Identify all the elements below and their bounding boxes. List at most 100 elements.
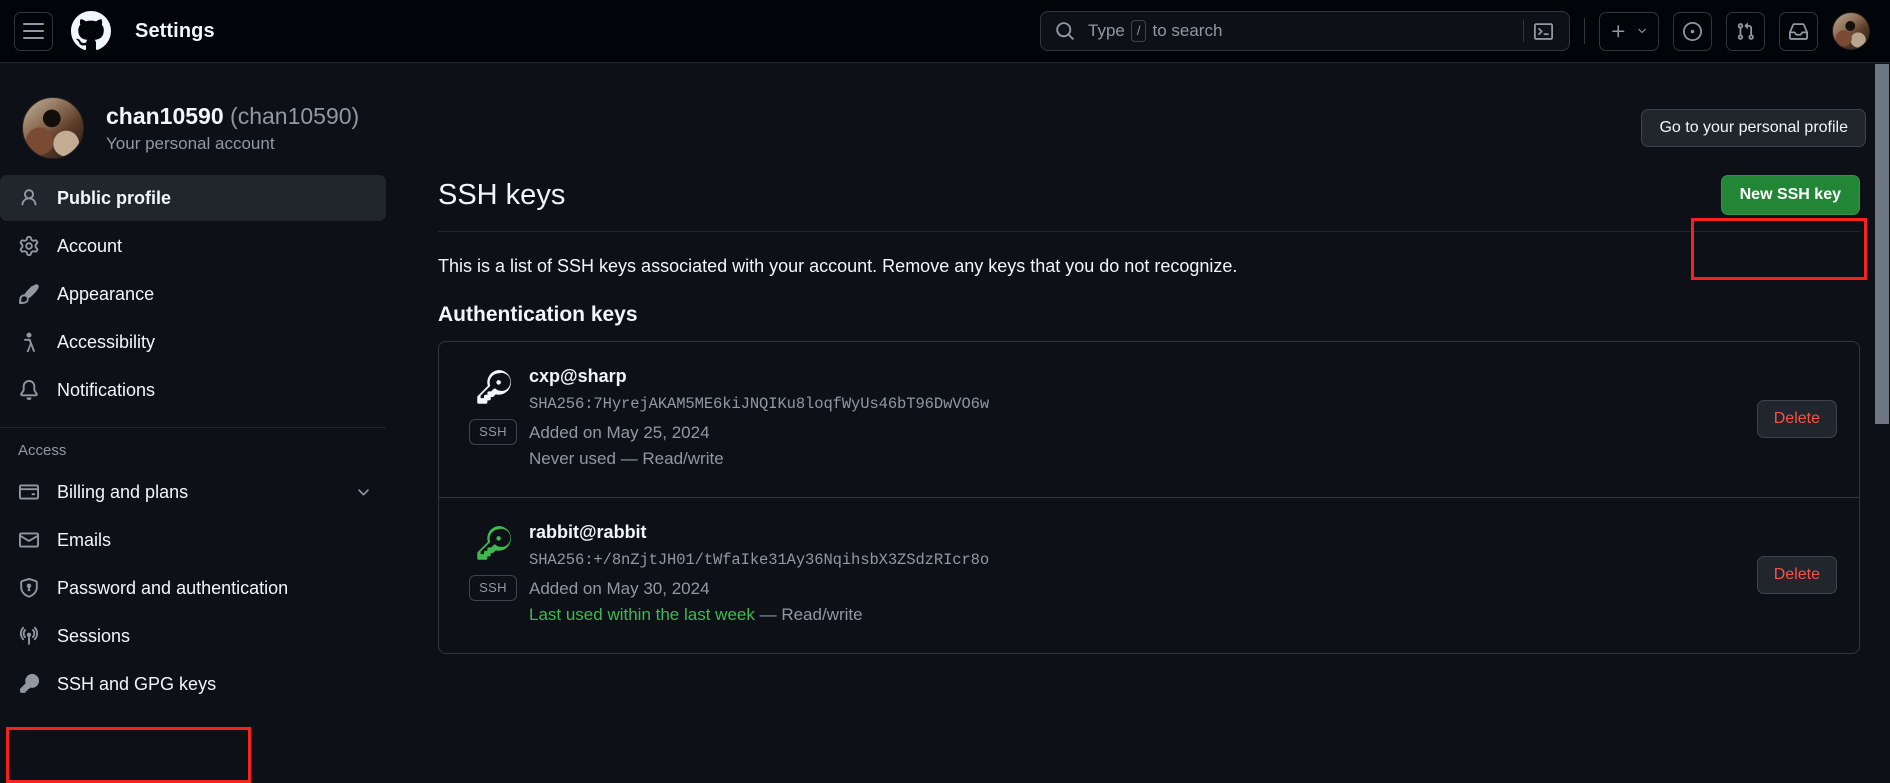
- scrollbar-thumb[interactable]: [1875, 64, 1889, 424]
- inbox-icon: [1789, 22, 1808, 40]
- key-icon: [18, 674, 40, 694]
- hamburger-bar: [23, 23, 44, 25]
- sidebar-item-sessions[interactable]: Sessions: [0, 613, 386, 659]
- terminal-icon[interactable]: [1524, 22, 1561, 41]
- sidebar-item-emails[interactable]: Emails: [0, 517, 386, 563]
- github-logo-icon[interactable]: [71, 11, 111, 51]
- key-usage: Never used — Read/write: [529, 446, 1757, 472]
- table-row: SSH cxp@sharp SHA256:7HyrejAKAM5ME6kiJNQ…: [439, 342, 1859, 497]
- shield-lock-icon: [18, 578, 40, 598]
- search-input[interactable]: Type / to search: [1040, 11, 1570, 51]
- key-fingerprint: SHA256:7HyrejAKAM5ME6kiJNQIKu8loqfWyUs46…: [529, 395, 990, 413]
- credit-card-icon: [18, 482, 40, 502]
- account-identity: chan10590 (chan10590) Your personal acco…: [106, 102, 359, 154]
- sidebar-item-password-and-authentication[interactable]: Password and authentication: [0, 565, 386, 611]
- settings-layout: Public profile Account Appearance Access…: [0, 167, 1890, 709]
- hamburger-icon[interactable]: [14, 11, 53, 51]
- account-name: chan10590 (chan10590): [106, 102, 359, 131]
- paintbrush-icon: [18, 284, 40, 304]
- sidebar-item-label: Password and authentication: [57, 577, 289, 598]
- sidebar-item-label: Accessibility: [57, 331, 156, 352]
- search-placeholder: Type / to search: [1088, 20, 1222, 42]
- section-heading-authentication-keys: Authentication keys: [438, 303, 638, 326]
- accessibility-icon: [18, 332, 40, 352]
- key-usage: Last used within the last week — Read/wr…: [529, 602, 1757, 628]
- issues-button[interactable]: [1673, 11, 1712, 51]
- key-added-date: Added on May 30, 2024: [529, 579, 710, 598]
- settings-sidebar: Public profile Account Appearance Access…: [0, 167, 438, 709]
- global-header: Settings Type / to search: [0, 0, 1890, 63]
- sidebar-item-public-profile[interactable]: Public profile: [0, 175, 386, 221]
- table-row: SSH rabbit@rabbit SHA256:+/8nZjtJH01/tWf…: [439, 497, 1859, 653]
- key-details: rabbit@rabbit SHA256:+/8nZjtJH01/tWfaIke…: [525, 522, 1757, 627]
- main-header: SSH keys New SSH key: [438, 175, 1860, 232]
- user-avatar-button[interactable]: [1832, 12, 1870, 50]
- person-icon: [18, 188, 40, 208]
- search-placeholder-suffix: to search: [1152, 21, 1223, 40]
- key-icon: [475, 526, 511, 567]
- key-added-date: Added on May 25, 2024: [529, 423, 710, 442]
- header-divider: [1584, 18, 1585, 44]
- broadcast-icon: [18, 626, 40, 646]
- key-icon: [475, 370, 511, 411]
- new-ssh-key-button[interactable]: New SSH key: [1720, 175, 1860, 215]
- key-fingerprint: SHA256:+/8nZjtJH01/tWfaIke31Ay36NqihsbX3…: [529, 551, 990, 569]
- key-title: rabbit@rabbit: [529, 522, 647, 542]
- main-content: SSH keys New SSH key This is a list of S…: [438, 167, 1890, 654]
- sidebar-item-label: Sessions: [57, 625, 131, 646]
- notifications-button[interactable]: [1779, 11, 1818, 51]
- key-type-badge: SSH: [469, 419, 517, 445]
- sidebar-item-account[interactable]: Account: [0, 223, 386, 269]
- sidebar-item-notifications[interactable]: Notifications: [0, 367, 386, 413]
- search-placeholder-prefix: Type: [1088, 21, 1125, 40]
- hamburger-bar: [23, 37, 44, 39]
- sidebar-section-title-access: Access: [18, 442, 67, 459]
- avatar: [22, 97, 84, 159]
- plus-icon: [1612, 24, 1625, 37]
- page-scrollbar[interactable]: [1873, 64, 1890, 783]
- ssh-keys-list: SSH cxp@sharp SHA256:7HyrejAKAM5ME6kiJNQ…: [438, 341, 1860, 654]
- sidebar-item-label: Emails: [57, 529, 112, 550]
- sidebar-item-label: Account: [57, 235, 123, 256]
- key-title: cxp@sharp: [529, 366, 627, 386]
- gear-icon: [18, 236, 40, 256]
- sidebar-item-ssh-and-gpg-keys[interactable]: SSH and GPG keys: [0, 661, 386, 707]
- sidebar-item-label: Billing and plans: [57, 481, 189, 502]
- sidebar-item-accessibility[interactable]: Accessibility: [0, 319, 386, 365]
- sidebar-item-label: Public profile: [57, 187, 172, 208]
- mail-icon: [18, 530, 40, 550]
- header-actions: Type / to search: [1040, 11, 1870, 51]
- sidebar-item-appearance[interactable]: Appearance: [0, 271, 386, 317]
- sidebar-item-label: Notifications: [57, 379, 156, 400]
- account-display-name: chan10590: [106, 103, 224, 130]
- search-icon: [1055, 21, 1075, 41]
- account-subtitle: Your personal account: [106, 133, 275, 153]
- sidebar-divider: [0, 427, 386, 428]
- key-icon-column: SSH: [461, 522, 525, 601]
- key-permission: — Read/write: [759, 604, 863, 624]
- chevron-down-icon[interactable]: [355, 484, 372, 501]
- key-permission: — Read/write: [620, 448, 724, 468]
- page-title-header: Settings: [135, 19, 215, 42]
- key-icon-column: SSH: [461, 366, 525, 445]
- issue-opened-icon: [1683, 21, 1702, 41]
- create-new-button[interactable]: [1599, 11, 1659, 51]
- sidebar-item-label: SSH and GPG keys: [57, 673, 217, 694]
- key-usage-status: Last used within the last week: [529, 604, 755, 624]
- intro-text: This is a list of SSH keys associated wi…: [438, 256, 1238, 276]
- delete-key-button[interactable]: Delete: [1756, 399, 1837, 438]
- hamburger-bar: [23, 30, 44, 32]
- account-banner: chan10590 (chan10590) Your personal acco…: [0, 63, 1890, 167]
- key-usage-status: Never used: [529, 448, 616, 468]
- page-title: SSH keys: [438, 178, 566, 211]
- git-pull-request-icon: [1737, 22, 1754, 40]
- highlight-box-ssh-and-gpg-keys: [6, 727, 251, 783]
- sidebar-item-billing-and-plans[interactable]: Billing and plans: [0, 469, 386, 515]
- key-details: cxp@sharp SHA256:7HyrejAKAM5ME6kiJNQIKu8…: [525, 366, 1757, 471]
- go-to-personal-profile-button[interactable]: Go to your personal profile: [1641, 109, 1866, 147]
- pull-requests-button[interactable]: [1726, 11, 1765, 51]
- account-handle: (chan10590): [230, 103, 360, 130]
- delete-key-button[interactable]: Delete: [1756, 555, 1837, 594]
- bell-icon: [18, 380, 40, 400]
- key-type-badge: SSH: [469, 575, 517, 601]
